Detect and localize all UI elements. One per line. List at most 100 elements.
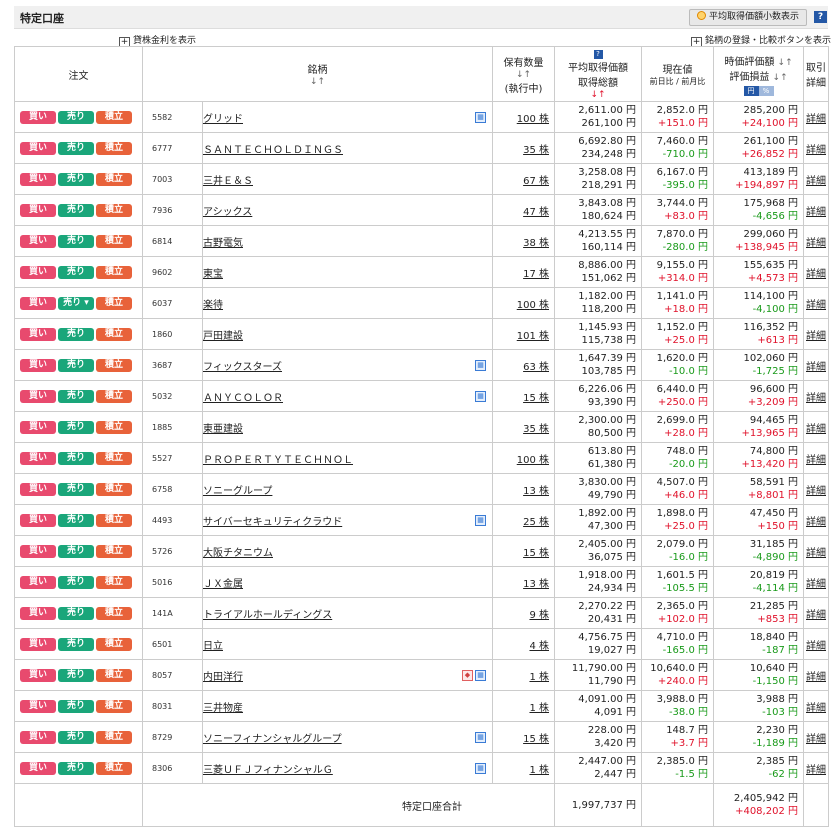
detail-link[interactable]: 詳細 — [806, 672, 826, 683]
buy-button[interactable]: 買い — [20, 172, 56, 186]
sell-button[interactable]: 売り — [58, 668, 94, 682]
sort-icon[interactable]: ↓↑ — [773, 73, 788, 83]
stock-name-link[interactable]: フィックスターズ — [203, 362, 282, 373]
detail-link[interactable]: 詳細 — [806, 579, 826, 590]
stock-name-link[interactable]: ＡＮＹＣＯＬＯＲ — [203, 393, 283, 404]
tsumitate-button[interactable]: 積立 — [96, 668, 132, 682]
detail-link[interactable]: 詳細 — [806, 517, 826, 528]
buy-button[interactable]: 買い — [20, 327, 56, 341]
buy-button[interactable]: 買い — [20, 141, 56, 155]
buy-button[interactable]: 買い — [20, 265, 56, 279]
quantity-link[interactable]: 67 株 — [523, 176, 549, 187]
calendar-icon[interactable]: ▦ — [475, 360, 486, 371]
decimal-display-toggle[interactable]: 平均取得価額小数表示 — [689, 9, 807, 26]
tsumitate-button[interactable]: 積立 — [96, 265, 132, 279]
tsumitate-button[interactable]: 積立 — [96, 482, 132, 496]
quantity-link[interactable]: 100 株 — [517, 114, 549, 125]
quantity-link[interactable]: 100 株 — [517, 300, 549, 311]
sell-button[interactable]: 売り — [58, 265, 94, 279]
sell-button[interactable]: 売り — [58, 761, 94, 775]
quantity-link[interactable]: 15 株 — [523, 393, 549, 404]
quantity-link[interactable]: 15 株 — [523, 548, 549, 559]
tsumitate-button[interactable]: 積立 — [96, 141, 132, 155]
detail-link[interactable]: 詳細 — [806, 362, 826, 373]
calendar-icon[interactable]: ▦ — [475, 763, 486, 774]
unit-yen[interactable]: 円 — [743, 85, 759, 96]
stock-name-link[interactable]: 三菱ＵＦＪフィナンシャルＧ — [203, 765, 333, 776]
buy-button[interactable]: 買い — [20, 668, 56, 682]
quantity-link[interactable]: 38 株 — [523, 238, 549, 249]
tsumitate-button[interactable]: 積立 — [96, 389, 132, 403]
detail-link[interactable]: 詳細 — [806, 207, 826, 218]
quantity-link[interactable]: 1 株 — [529, 703, 549, 714]
stock-name-link[interactable]: ＳＡＮＴＥＣＨＯＬＤＩＮＧＳ — [203, 145, 343, 156]
stock-name-link[interactable]: ＪＸ金属 — [203, 579, 243, 590]
detail-link[interactable]: 詳細 — [806, 703, 826, 714]
sell-button[interactable]: 売り — [58, 203, 94, 217]
sort-icon[interactable]: ↓↑ — [516, 70, 531, 80]
buy-button[interactable]: 買い — [20, 203, 56, 217]
detail-link[interactable]: 詳細 — [806, 331, 826, 342]
sell-button[interactable]: 売り — [58, 110, 94, 124]
sell-button[interactable]: 売り — [58, 699, 94, 713]
quantity-link[interactable]: 1 株 — [529, 672, 549, 683]
tsumitate-button[interactable]: 積立 — [96, 172, 132, 186]
buy-button[interactable]: 買い — [20, 389, 56, 403]
detail-link[interactable]: 詳細 — [806, 145, 826, 156]
detail-link[interactable]: 詳細 — [806, 300, 826, 311]
detail-link[interactable]: 詳細 — [806, 393, 826, 404]
stock-name-link[interactable]: 三井物産 — [203, 703, 243, 714]
tsumitate-button[interactable]: 積立 — [96, 327, 132, 341]
quantity-link[interactable]: 17 株 — [523, 269, 549, 280]
quantity-link[interactable]: 35 株 — [523, 145, 549, 156]
buy-button[interactable]: 買い — [20, 544, 56, 558]
stock-name-link[interactable]: グリッド — [203, 114, 243, 125]
stock-name-link[interactable]: 東亜建設 — [203, 424, 243, 435]
sell-button[interactable]: 売り — [58, 389, 94, 403]
stock-name-link[interactable]: 大阪チタニウム — [203, 548, 273, 559]
buy-button[interactable]: 買い — [20, 296, 56, 310]
column-avg-cost[interactable]: ? 平均取得価額 取得総額 ↓↑ — [554, 46, 642, 102]
tsumitate-button[interactable]: 積立 — [96, 420, 132, 434]
tsumitate-button[interactable]: 積立 — [96, 513, 132, 527]
sell-button[interactable]: 売り — [58, 482, 94, 496]
help-icon[interactable]: ? — [814, 11, 827, 23]
event-icon[interactable]: ◆ — [462, 670, 473, 681]
quantity-link[interactable]: 13 株 — [523, 579, 549, 590]
tsumitate-button[interactable]: 積立 — [96, 575, 132, 589]
tsumitate-button[interactable]: 積立 — [96, 699, 132, 713]
sell-button[interactable]: 売り — [58, 358, 94, 372]
detail-link[interactable]: 詳細 — [806, 486, 826, 497]
buy-button[interactable]: 買い — [20, 606, 56, 620]
detail-link[interactable]: 詳細 — [806, 548, 826, 559]
stock-name-link[interactable]: 戸田建設 — [203, 331, 243, 342]
stock-name-link[interactable]: 東宝 — [203, 269, 223, 280]
calendar-icon[interactable]: ▦ — [475, 515, 486, 526]
stock-name-link[interactable]: ソニーグループ — [203, 486, 272, 497]
sell-button[interactable]: 売り — [58, 606, 94, 620]
calendar-icon[interactable]: ▦ — [475, 112, 486, 123]
sell-button[interactable]: 売り — [58, 172, 94, 186]
quantity-link[interactable]: 35 株 — [523, 424, 549, 435]
tsumitate-button[interactable]: 積立 — [96, 358, 132, 372]
detail-link[interactable]: 詳細 — [806, 641, 826, 652]
quantity-link[interactable]: 4 株 — [529, 641, 549, 652]
sell-button[interactable]: 売り — [58, 544, 94, 558]
calendar-icon[interactable]: ▦ — [475, 732, 486, 743]
tsumitate-button[interactable]: 積立 — [96, 761, 132, 775]
quantity-link[interactable]: 63 株 — [523, 362, 549, 373]
calendar-icon[interactable]: ▦ — [475, 391, 486, 402]
buy-button[interactable]: 買い — [20, 234, 56, 248]
tsumitate-button[interactable]: 積立 — [96, 110, 132, 124]
stock-name-link[interactable]: ソニーフィナンシャルグループ — [203, 734, 342, 745]
buy-button[interactable]: 買い — [20, 420, 56, 434]
detail-link[interactable]: 詳細 — [806, 455, 826, 466]
buy-button[interactable]: 買い — [20, 761, 56, 775]
stock-name-link[interactable]: 楽待 — [203, 300, 223, 311]
sell-button[interactable]: 売り — [58, 637, 94, 651]
quantity-link[interactable]: 15 株 — [523, 734, 549, 745]
stock-name-link[interactable]: 日立 — [203, 641, 223, 652]
stock-name-link[interactable]: サイバーセキュリティクラウド — [203, 517, 342, 528]
detail-link[interactable]: 詳細 — [806, 424, 826, 435]
sell-button[interactable]: 売り — [58, 141, 94, 155]
